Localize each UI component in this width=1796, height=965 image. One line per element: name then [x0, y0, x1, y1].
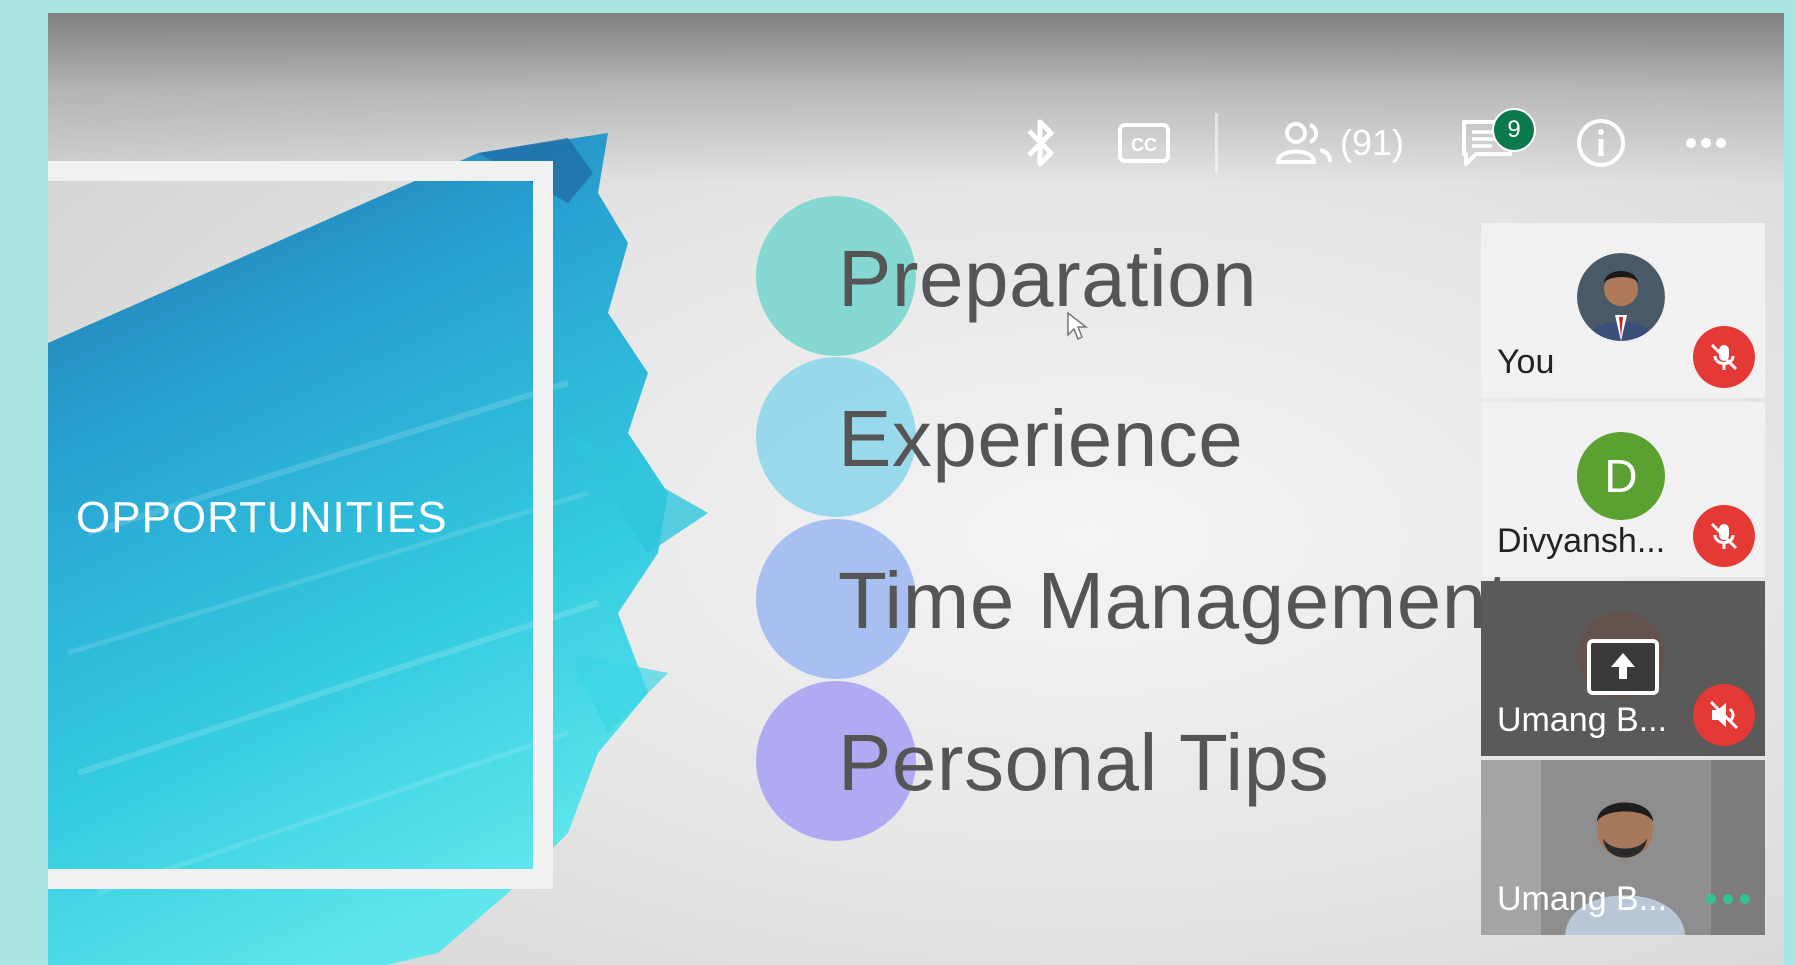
mic-off-icon: [1710, 343, 1738, 371]
bluetooth-icon: [1027, 119, 1054, 167]
mic-off-icon: [1710, 522, 1738, 550]
more-dots-icon: [1686, 138, 1726, 148]
chat-button[interactable]: 9: [1460, 108, 1536, 168]
mute-indicator: [1693, 684, 1755, 746]
info-button[interactable]: [1574, 116, 1628, 170]
slide-item-time-management: Time Management: [838, 556, 1510, 645]
meeting-toolbar: CC (91) 9: [965, 108, 1728, 178]
bluetooth-button[interactable]: [1021, 115, 1061, 171]
mute-indicator: [1693, 326, 1755, 388]
closed-captions-icon: CC: [1117, 123, 1170, 163]
participant-tile-umang-screen[interactable]: Umang B...: [1481, 581, 1765, 756]
participants-button[interactable]: (91): [1274, 120, 1404, 166]
participant-tile-divyansh[interactable]: D Divyansh...: [1481, 402, 1765, 577]
participant-name: You: [1497, 343, 1555, 381]
slide-item-experience: Experience: [838, 394, 1244, 483]
avatar-photo: [1577, 253, 1665, 341]
participants-count: (91): [1339, 122, 1404, 163]
slide-item-preparation: Preparation: [838, 234, 1258, 323]
avatar-initial: D: [1577, 432, 1665, 520]
more-options-button[interactable]: [1684, 136, 1728, 150]
meeting-screen: OPPORTUNITIES Preparation Experience Tim…: [48, 13, 1784, 965]
participant-tile-umang-video[interactable]: Umang B...: [1481, 760, 1765, 935]
slide-item-personal-tips: Personal Tips: [838, 718, 1330, 807]
captions-button[interactable]: CC: [1117, 121, 1171, 165]
participant-tiles: You D Divyansh... Umang B... Umang B...: [1481, 223, 1765, 939]
people-icon: [1275, 122, 1332, 164]
participant-tile-you[interactable]: You: [1481, 223, 1765, 398]
participant-name: Umang B...: [1497, 880, 1668, 918]
mouse-cursor-icon: [1067, 311, 1089, 341]
chat-unread-badge: 9: [1492, 108, 1536, 152]
participant-name: Umang B...: [1497, 701, 1668, 739]
svg-text:CC: CC: [1131, 135, 1157, 155]
mute-indicator: [1693, 505, 1755, 567]
screen-share-icon: [1587, 639, 1659, 695]
speaker-off-icon: [1709, 700, 1739, 730]
info-icon: [1577, 119, 1625, 167]
slide-title: OPPORTUNITIES: [76, 493, 448, 542]
participant-name: Divyansh...: [1497, 522, 1666, 560]
toolbar-divider: [1214, 113, 1218, 173]
speaking-dots-icon: [1706, 894, 1750, 904]
